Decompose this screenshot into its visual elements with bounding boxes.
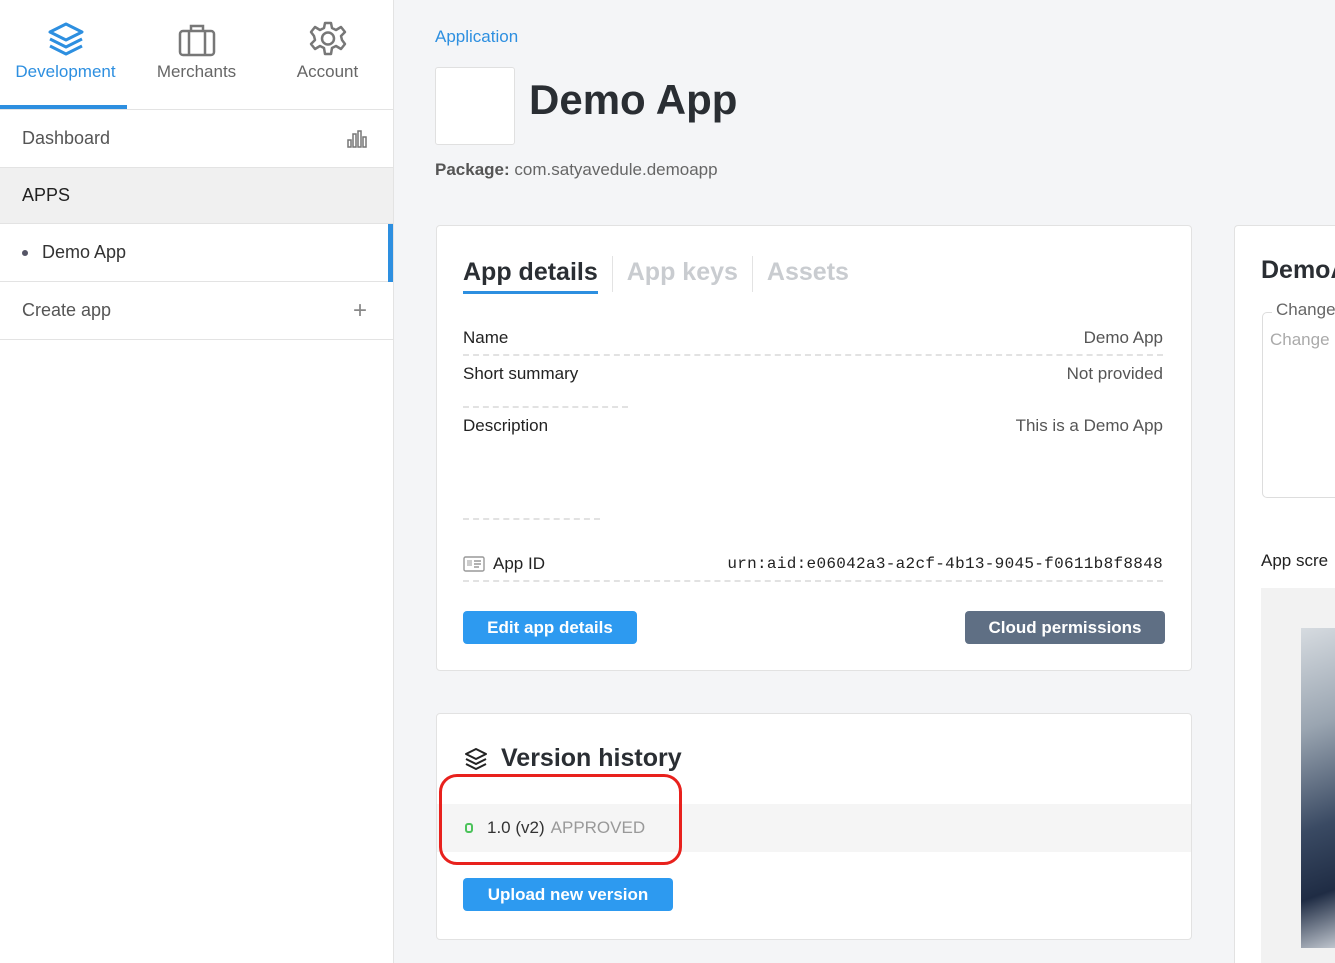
- field-app-id-value: urn:aid:e06042a3-a2cf-4b13-9045-f0611b8f…: [727, 555, 1163, 573]
- divider: [463, 580, 1163, 582]
- id-card-icon: [463, 556, 485, 572]
- sidebar-item-create-app[interactable]: Create app +: [0, 282, 393, 340]
- package-info: Package: com.satyavedule.demoapp: [435, 160, 718, 180]
- sidebar: Development Merchants Account Dashboard: [0, 0, 394, 963]
- changelog-legend: Change: [1272, 300, 1335, 320]
- sidebar-section-apps-label: APPS: [22, 185, 71, 205]
- app-screenshot-image[interactable]: [1301, 628, 1335, 948]
- package-value: com.satyavedule.demoapp: [514, 160, 718, 179]
- field-app-id: App ID urn:aid:e06042a3-a2cf-4b13-9045-f…: [463, 554, 1163, 574]
- field-app-id-label-group: App ID: [463, 554, 545, 574]
- gear-icon: [309, 21, 346, 56]
- changelog-placeholder: Change: [1270, 330, 1330, 349]
- field-short-summary: Short summary Not provided: [463, 364, 1163, 384]
- field-description: Description This is a Demo App: [463, 416, 1163, 436]
- details-tabs: App details App keys Assets: [463, 256, 863, 294]
- divider: [463, 518, 600, 520]
- highlight-annotation: [439, 774, 682, 865]
- cloud-permissions-button[interactable]: Cloud permissions: [965, 611, 1165, 644]
- sidebar-item-demo-app-text: Demo App: [22, 242, 126, 263]
- right-panel-title: DemoA: [1261, 256, 1335, 284]
- package-label: Package:: [435, 160, 510, 179]
- app-icon-placeholder[interactable]: [435, 67, 515, 145]
- plus-icon: +: [352, 296, 367, 324]
- app-screenshots-label: App scre: [1261, 551, 1329, 570]
- sidebar-item-dashboard-label: Dashboard: [22, 128, 111, 148]
- divider: [463, 354, 1163, 356]
- field-name: Name Demo App: [463, 328, 1163, 348]
- nav-merchants[interactable]: Merchants: [131, 0, 262, 109]
- sidebar-item-dashboard[interactable]: Dashboard: [0, 110, 393, 168]
- field-description-label: Description: [463, 416, 549, 435]
- app-details-card: App details App keys Assets Name Demo Ap…: [436, 225, 1192, 671]
- upload-new-version-button[interactable]: Upload new version: [463, 878, 673, 911]
- right-panel-card: DemoA Change Change App scre: [1234, 225, 1335, 963]
- nav-account-label: Account: [296, 62, 359, 81]
- bullet-icon: [22, 249, 28, 256]
- version-history-heading: Version history: [463, 744, 682, 773]
- field-app-id-label: App ID: [493, 554, 545, 573]
- briefcase-icon: [178, 24, 215, 57]
- field-name-label: Name: [463, 328, 509, 347]
- edit-app-details-button[interactable]: Edit app details: [463, 611, 637, 644]
- nav-development[interactable]: Development: [0, 0, 131, 109]
- nav-account[interactable]: Account: [262, 0, 393, 109]
- divider: [463, 406, 628, 408]
- tab-app-keys[interactable]: App keys: [611, 256, 752, 292]
- sidebar-section-apps: APPS: [0, 168, 393, 224]
- field-short-summary-label: Short summary: [463, 364, 579, 383]
- nav-development-label: Development: [15, 62, 116, 81]
- field-name-value: Demo App: [1083, 328, 1163, 347]
- top-nav: Development Merchants Account: [0, 0, 393, 110]
- breadcrumb[interactable]: Application: [435, 27, 518, 47]
- sidebar-item-create-app-label: Create app: [22, 300, 112, 320]
- tab-assets[interactable]: Assets: [751, 256, 863, 292]
- field-description-value: This is a Demo App: [1015, 416, 1163, 435]
- bar-chart-icon: [347, 129, 367, 148]
- sidebar-item-demo-app-label: Demo App: [42, 242, 127, 262]
- field-short-summary-value: Not provided: [1066, 364, 1163, 383]
- screenshot-frame: [1261, 588, 1335, 963]
- nav-merchants-label: Merchants: [156, 62, 237, 81]
- layers-icon: [465, 747, 487, 770]
- sidebar-item-demo-app[interactable]: Demo App: [0, 224, 393, 282]
- layers-icon: [48, 22, 83, 56]
- page-title: Demo App: [529, 76, 738, 123]
- tab-app-details[interactable]: App details: [463, 256, 612, 294]
- version-history-title: Version history: [501, 744, 682, 772]
